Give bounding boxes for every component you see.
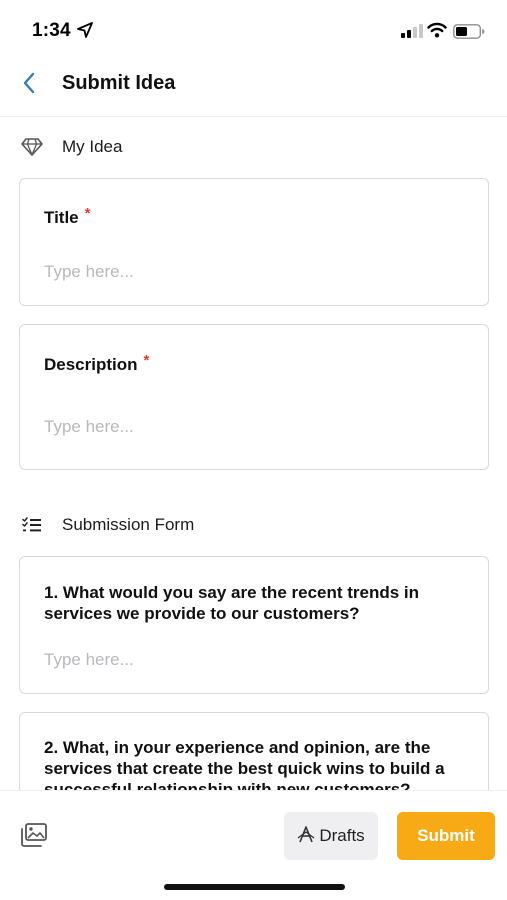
section-submission-form: Submission Form xyxy=(20,513,194,537)
chevron-left-icon xyxy=(22,72,36,99)
required-asterisk: * xyxy=(84,205,91,222)
required-asterisk: * xyxy=(143,352,150,369)
diamond-icon xyxy=(20,135,44,159)
question-1-input[interactable] xyxy=(44,649,468,671)
drafts-icon xyxy=(297,825,315,848)
battery-icon xyxy=(453,24,485,44)
section-my-idea: My Idea xyxy=(20,135,122,159)
status-bar: 1:34 xyxy=(0,0,507,62)
title-label-text: Title xyxy=(44,208,79,227)
description-field-label: Description * xyxy=(44,352,150,376)
title-field-card: Title * xyxy=(19,178,489,306)
question-text: 1. What would you say are the recent tre… xyxy=(44,583,420,623)
back-button[interactable] xyxy=(14,70,44,100)
description-input[interactable] xyxy=(44,416,468,438)
description-field-card: Description * xyxy=(19,324,489,470)
section-label: My Idea xyxy=(62,137,123,156)
checklist-icon xyxy=(20,513,44,537)
attach-image-button[interactable] xyxy=(20,823,50,849)
drafts-label: Drafts xyxy=(319,826,365,845)
bottom-action-bar: Drafts Submit xyxy=(0,790,507,900)
title-field-label: Title * xyxy=(44,205,91,229)
cellular-signal-icon xyxy=(401,24,423,38)
location-arrow-icon xyxy=(77,22,93,43)
image-gallery-icon xyxy=(20,823,48,851)
title-input[interactable] xyxy=(44,261,468,283)
question-card: 1. What would you say are the recent tre… xyxy=(19,556,489,694)
submit-button[interactable]: Submit xyxy=(397,812,495,860)
status-time: 1:34 xyxy=(32,20,71,41)
wifi-icon xyxy=(427,22,447,43)
drafts-button[interactable]: Drafts xyxy=(284,812,378,860)
section-label: Submission Form xyxy=(62,515,195,534)
app-header: Submit Idea xyxy=(0,62,507,117)
page-title: Submit Idea xyxy=(62,72,176,94)
home-indicator xyxy=(164,884,345,890)
description-label-text: Description xyxy=(44,355,138,374)
